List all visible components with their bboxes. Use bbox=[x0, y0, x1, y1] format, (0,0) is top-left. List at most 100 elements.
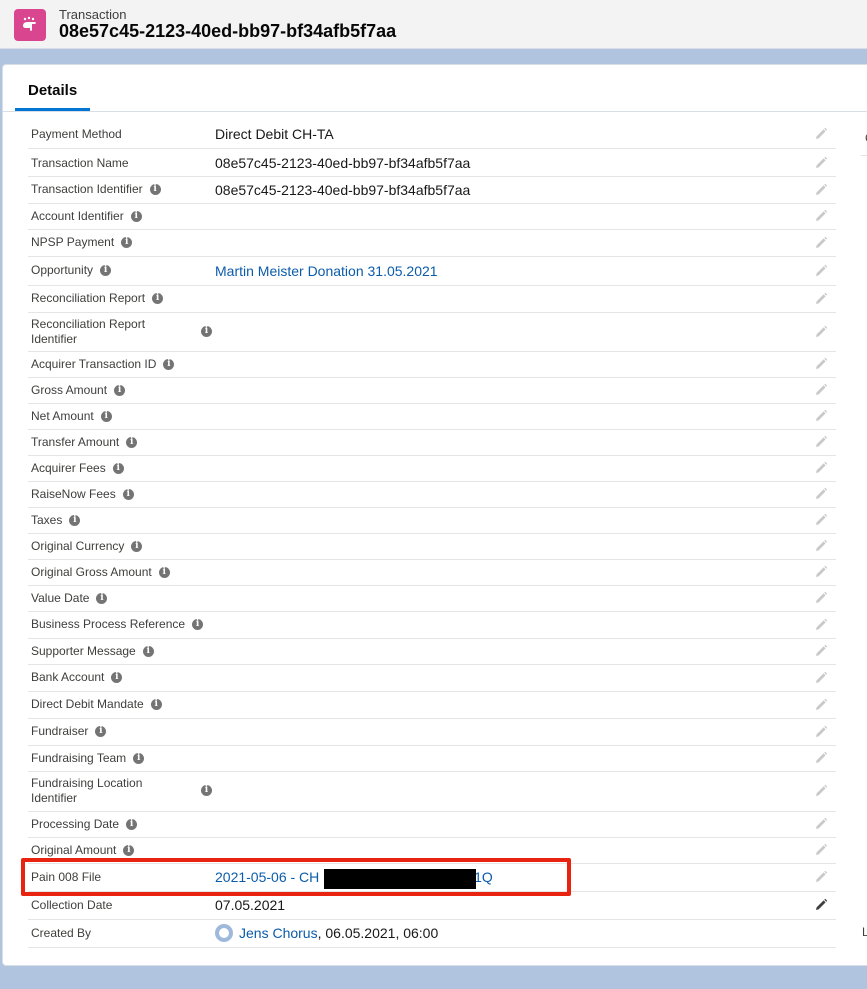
edit-pencil-icon[interactable] bbox=[814, 461, 828, 475]
field-label-wrap: Direct Debit Mandate i bbox=[31, 691, 221, 718]
field-value: Jens Chorus, 06.05.2021, 06:00 bbox=[215, 919, 438, 947]
info-icon[interactable]: i bbox=[126, 818, 138, 830]
edit-pencil-icon[interactable] bbox=[814, 671, 828, 685]
field-label-wrap: Bank Account i bbox=[31, 664, 221, 691]
field-value: Direct Debit CH-TA bbox=[215, 120, 334, 148]
field-row-gross-amount: Gross Amount i bbox=[28, 377, 836, 404]
info-icon[interactable]: i bbox=[163, 358, 175, 370]
edit-pencil-icon[interactable] bbox=[814, 325, 828, 339]
info-icon[interactable]: i bbox=[100, 410, 112, 422]
field-label: RaiseNow Fees bbox=[31, 486, 116, 501]
field-row-net-amount: Net Amount i bbox=[28, 403, 836, 430]
field-label-wrap: RaiseNow Fees i bbox=[31, 481, 221, 507]
field-row-transaction-identifier: Transaction Identifier i 08e57c45-2123-40e… bbox=[28, 176, 836, 204]
info-icon[interactable]: i bbox=[158, 566, 170, 578]
edit-pencil-icon[interactable] bbox=[814, 435, 828, 449]
edit-pencil-icon[interactable] bbox=[814, 870, 828, 884]
field-row-created-by: Created By Jens Chorus, 06.05.2021, 06:00 bbox=[28, 919, 836, 948]
edit-pencil-icon[interactable] bbox=[814, 409, 828, 423]
field-label: Fundraising Location Identifier bbox=[31, 776, 143, 805]
field-label: Value Date bbox=[31, 590, 90, 605]
field-row-business-process-reference: Business Process Reference i bbox=[28, 611, 836, 639]
info-icon[interactable]: i bbox=[122, 488, 134, 500]
info-icon[interactable]: i bbox=[130, 210, 142, 222]
info-icon[interactable]: i bbox=[131, 540, 143, 552]
right-column-bottom-label: L bbox=[862, 925, 867, 939]
edit-pencil-icon[interactable] bbox=[814, 183, 828, 197]
info-icon[interactable]: i bbox=[192, 619, 204, 630]
info-icon[interactable]: i bbox=[142, 645, 154, 657]
field-label: Fundraiser bbox=[31, 724, 89, 738]
info-icon[interactable]: i bbox=[149, 184, 161, 195]
field-label-wrap: Gross Amount i bbox=[31, 377, 221, 403]
edit-pencil-icon[interactable] bbox=[814, 725, 828, 739]
field-value-link[interactable]: Jens Chorus bbox=[239, 925, 318, 941]
edit-pencil-icon[interactable] bbox=[814, 127, 828, 141]
edit-pencil-icon[interactable] bbox=[814, 644, 828, 658]
info-icon[interactable]: i bbox=[121, 237, 133, 248]
edit-pencil-icon[interactable] bbox=[814, 898, 828, 912]
field-row-reconciliation-report: Reconciliation Report i bbox=[28, 285, 836, 313]
edit-pencil-icon[interactable] bbox=[814, 843, 828, 857]
edit-pencil-icon[interactable] bbox=[814, 784, 828, 798]
edit-pencil-icon[interactable] bbox=[814, 156, 828, 170]
field-label: Created By bbox=[31, 925, 92, 940]
edit-pencil-icon[interactable] bbox=[814, 487, 828, 501]
field-row-fundraising-team: Fundraising Team i bbox=[28, 745, 836, 772]
edit-pencil-icon[interactable] bbox=[814, 513, 828, 527]
field-label-wrap: Fundraising Location Identifier i bbox=[31, 771, 221, 811]
edit-pencil-icon[interactable] bbox=[814, 751, 828, 765]
field-row-transfer-amount: Transfer Amount i bbox=[28, 429, 836, 456]
info-icon[interactable]: i bbox=[201, 785, 212, 796]
field-row-processing-date: Processing Date i bbox=[28, 811, 836, 838]
info-icon[interactable]: i bbox=[133, 752, 145, 764]
field-label-wrap: Acquirer Fees i bbox=[31, 455, 221, 481]
field-label: Transaction Identifier bbox=[31, 182, 143, 196]
edit-pencil-icon[interactable] bbox=[814, 292, 828, 306]
info-icon[interactable]: i bbox=[123, 844, 135, 856]
field-value-text: 08e57c45-2123-40ed-bb97-bf34afb5f7aa bbox=[215, 155, 471, 171]
info-icon[interactable]: i bbox=[126, 436, 138, 448]
edit-pencil-icon[interactable] bbox=[814, 618, 828, 632]
field-label: Business Process Reference bbox=[31, 617, 186, 631]
field-value-link[interactable]: Martin Meister Donation 31.05.2021 bbox=[215, 263, 438, 279]
edit-pencil-icon[interactable] bbox=[814, 357, 828, 371]
info-icon[interactable]: i bbox=[152, 293, 164, 304]
tab-details[interactable]: Details bbox=[15, 65, 91, 111]
field-value: 08e57c45-2123-40ed-bb97-bf34afb5f7aa bbox=[215, 176, 470, 203]
info-icon[interactable]: i bbox=[112, 462, 124, 474]
info-icon[interactable]: i bbox=[150, 699, 162, 710]
edit-pencil-icon[interactable] bbox=[814, 698, 828, 712]
field-value: Martin Meister Donation 31.05.2021 bbox=[215, 256, 438, 285]
field-row-original-gross-amount: Original Gross Amount i bbox=[28, 559, 836, 586]
info-icon[interactable]: i bbox=[96, 592, 108, 604]
field-row-original-currency: Original Currency i bbox=[28, 533, 836, 560]
field-label: Acquirer Fees bbox=[31, 460, 106, 475]
field-label-wrap: Taxes i bbox=[31, 507, 221, 533]
edit-pencil-icon[interactable] bbox=[814, 209, 828, 223]
edit-pencil-icon[interactable] bbox=[814, 817, 828, 831]
field-label-wrap: Acquirer Transaction ID i bbox=[31, 351, 221, 377]
field-label-wrap: NPSP Payment i bbox=[31, 229, 221, 256]
edit-pencil-icon[interactable] bbox=[814, 383, 828, 397]
field-row-npsp-payment: NPSP Payment i bbox=[28, 229, 836, 257]
field-label: Original Currency bbox=[31, 538, 125, 553]
info-icon[interactable]: i bbox=[111, 672, 123, 683]
info-icon[interactable]: i bbox=[69, 514, 81, 526]
info-icon[interactable]: i bbox=[95, 726, 107, 737]
edit-pencil-icon[interactable] bbox=[814, 264, 828, 278]
info-icon[interactable]: i bbox=[114, 384, 126, 396]
field-label: Processing Date bbox=[31, 816, 120, 831]
field-row-value-date: Value Date i bbox=[28, 585, 836, 612]
field-label: Gross Amount bbox=[31, 382, 108, 397]
info-icon[interactable]: i bbox=[201, 326, 212, 337]
edit-pencil-icon[interactable] bbox=[814, 565, 828, 579]
right-column-fragment: C bbox=[861, 125, 867, 156]
edit-pencil-icon[interactable] bbox=[814, 591, 828, 605]
edit-pencil-icon[interactable] bbox=[814, 539, 828, 553]
user-avatar[interactable] bbox=[215, 924, 233, 942]
field-value-text: 07.05.2021 bbox=[215, 897, 286, 913]
info-icon[interactable]: i bbox=[100, 265, 112, 276]
edit-pencil-icon[interactable] bbox=[814, 236, 828, 250]
field-label: Account Identifier bbox=[31, 208, 124, 223]
